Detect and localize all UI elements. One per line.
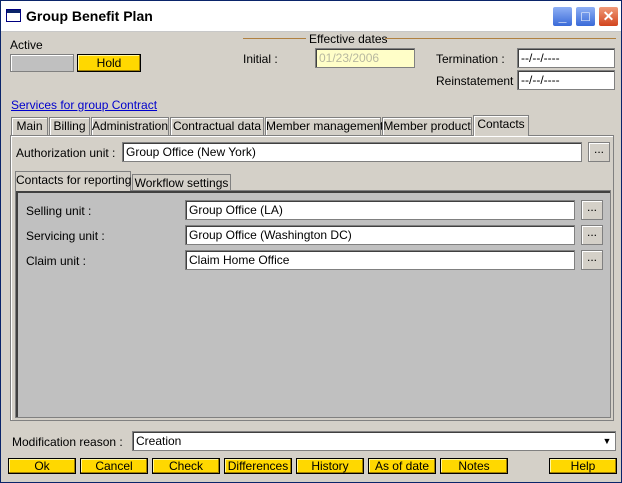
termination-date-field[interactable]: --/--/---- [517,48,615,68]
termination-date-label: Termination : [436,52,505,66]
effective-dates-rule-left [243,38,306,39]
dropdown-arrow-icon[interactable]: ▼ [600,433,614,449]
ok-button[interactable]: Ok [8,458,76,474]
group-benefit-plan-window: Group Benefit Plan _ □ ✕ Active Hold Eff… [0,0,622,483]
notes-button[interactable]: Notes [440,458,508,474]
close-button[interactable]: ✕ [598,6,619,27]
selling-unit-field[interactable]: Group Office (LA) [185,200,575,220]
window-title: Group Benefit Plan [26,8,153,24]
differences-button[interactable]: Differences [224,458,292,474]
hold-button[interactable]: Hold [77,54,141,72]
tab-contractual-data[interactable]: Contractual data [170,117,264,135]
servicing-unit-field[interactable]: Group Office (Washington DC) [185,225,575,245]
active-button[interactable] [10,54,74,72]
modification-reason-label: Modification reason : [12,435,123,449]
claim-unit-label: Claim unit : [26,254,87,268]
initial-date-label: Initial : [243,52,278,66]
tab-member-management[interactable]: Member management [265,117,383,135]
servicing-unit-label: Servicing unit : [26,229,105,243]
minimize-button[interactable]: _ [552,6,573,27]
status-label: Active [10,38,43,52]
claim-unit-field[interactable]: Claim Home Office [185,250,575,270]
claim-unit-browse-button[interactable]: ... [581,250,603,270]
window-app-icon [6,9,21,22]
title-bar: Group Benefit Plan _ □ ✕ [1,1,621,32]
cancel-button[interactable]: Cancel [80,458,148,474]
authorization-unit-browse-button[interactable]: ... [588,142,610,162]
as-of-date-button[interactable]: As of date [368,458,436,474]
tab-administration[interactable]: Administration [91,117,169,135]
reinstatement-date-label: Reinstatement : [436,74,521,88]
help-button[interactable]: Help [549,458,617,474]
authorization-unit-field[interactable]: Group Office (New York) [122,142,582,162]
selling-unit-label: Selling unit : [26,204,92,218]
maximize-button[interactable]: □ [575,6,596,27]
reinstatement-date-field[interactable]: --/--/---- [517,70,615,90]
effective-dates-rule-right [385,38,616,39]
subtab-contacts-for-reporting[interactable]: Contacts for reporting [15,171,131,191]
tab-billing[interactable]: Billing [49,117,90,135]
modification-reason-select[interactable]: Creation [132,431,616,451]
selling-unit-browse-button[interactable]: ... [581,200,603,220]
effective-dates-legend: Effective dates [309,32,388,46]
check-button[interactable]: Check [152,458,220,474]
initial-date-field: 01/23/2006 [315,48,415,68]
tab-member-product[interactable]: Member product [382,117,472,135]
tab-contacts[interactable]: Contacts [473,115,529,136]
authorization-unit-label: Authorization unit : [16,146,116,160]
servicing-unit-browse-button[interactable]: ... [581,225,603,245]
services-for-group-contract-link[interactable]: Services for group Contract [11,98,157,112]
history-button[interactable]: History [296,458,364,474]
tab-main[interactable]: Main [11,117,48,135]
